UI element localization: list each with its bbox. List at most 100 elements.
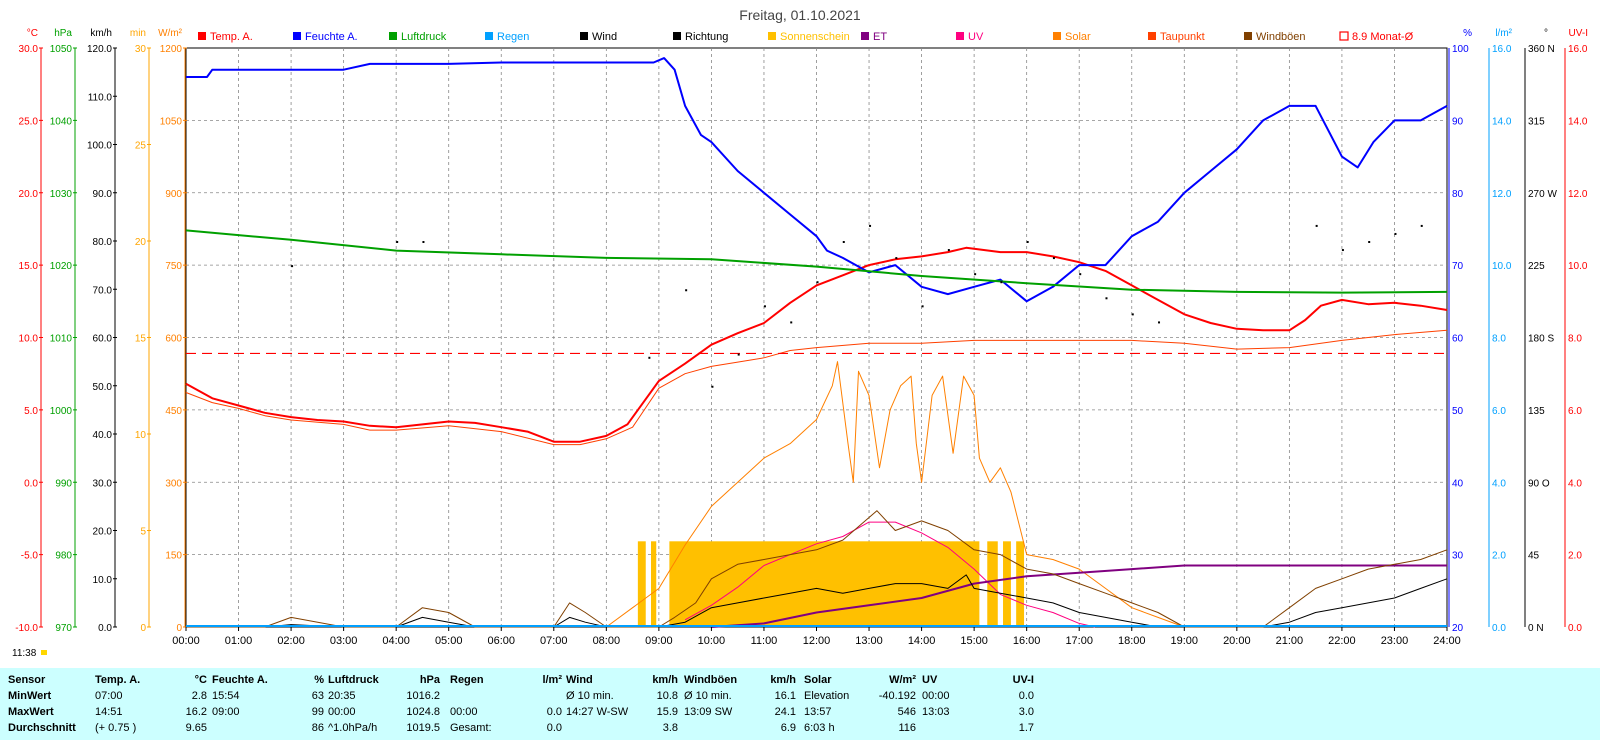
x-tick-label: 18:00 (1118, 635, 1146, 647)
now-marker-label: 11:38 (12, 648, 37, 659)
axis-tick-left: 0.0 (98, 623, 112, 634)
axis-tick-left: 10 (135, 430, 147, 441)
axis-tick-left: 100.0 (87, 141, 112, 152)
axis-tick-left: 25.0 (19, 116, 39, 127)
axis-tick-left: 80.0 (93, 237, 113, 248)
direction-point (1052, 257, 1055, 260)
axis-tick-right: 315 (1528, 116, 1545, 127)
table-cell-value: 1019.5 (406, 722, 440, 734)
table-cell-value: 0.0 (546, 722, 562, 734)
direction-point (1315, 224, 1318, 227)
axis-tick-left: 900 (165, 189, 182, 200)
legend-label: Feuchte A. (305, 31, 358, 43)
direction-point (790, 321, 793, 324)
table-group-unit: l/m² (542, 674, 562, 686)
legend: Temp. A. Feuchte A. Luftdruck Regen Wind Rich… (198, 31, 1414, 43)
direction-point (1341, 249, 1344, 252)
axis-unit-left: hPa (54, 28, 72, 39)
legend-swatch (861, 32, 869, 40)
legend-label: Richtung (685, 31, 728, 43)
axis-tick-left: 1030 (50, 189, 73, 200)
x-tick-label: 22:00 (1328, 635, 1356, 647)
axis-tick-right: 90 (1452, 116, 1464, 127)
axis-tick-left: 20.0 (19, 189, 39, 200)
axis-tick-left: 15.0 (19, 261, 39, 272)
axis-tick-left: -5.0 (21, 551, 39, 562)
axis-tick-left: 450 (165, 406, 182, 417)
axis-unit-right: UV-I (1569, 28, 1588, 39)
axis-tick-left: 970 (55, 623, 72, 634)
axis-tick-right: 6.0 (1492, 406, 1506, 417)
axis-tick-left: 5.0 (24, 406, 38, 417)
table-group-unit: UV-I (1012, 674, 1034, 686)
axis-unit-left: km/h (90, 28, 112, 39)
table-cell-value: 0.0 (546, 706, 562, 718)
axis-tick-left: -10.0 (15, 623, 38, 634)
x-tick-label: 00:00 (172, 635, 200, 647)
axis-tick-left: 0 (140, 623, 146, 634)
direction-point (763, 305, 766, 308)
axis-tick-left: 25 (135, 141, 147, 152)
axis-tick-left: 90.0 (93, 189, 113, 200)
x-tick-label: 04:00 (382, 635, 410, 647)
axis-tick-right: 80 (1452, 189, 1464, 200)
axis-tick-right: 4.0 (1568, 478, 1582, 489)
axis-tick-left: 30.0 (19, 44, 39, 55)
direction-point (921, 305, 924, 308)
axis-tick-right: 16.0 (1568, 44, 1588, 55)
legend-label: Regen (497, 31, 529, 43)
axis-tick-right: 50 (1452, 406, 1464, 417)
axis-tick-left: 750 (165, 261, 182, 272)
axis-tick-left: 1000 (50, 406, 73, 417)
legend-label: 8.9 Monat-Ø (1352, 31, 1414, 43)
sunshine-bar (669, 541, 980, 627)
direction-point (1394, 232, 1397, 235)
axis-tick-right: 180 S (1528, 334, 1554, 345)
table-cell-value: 15.9 (656, 706, 678, 718)
axis-tick-right: 10.0 (1568, 261, 1588, 272)
axis-tick-right: 90 O (1528, 478, 1550, 489)
axis-tick-left: 30 (135, 44, 147, 55)
axis-tick-left: 1050 (50, 44, 73, 55)
axis-tick-right: 270 W (1528, 189, 1557, 200)
axis-tick-right: 16.0 (1492, 44, 1512, 55)
table-group-unit: °C (194, 674, 207, 686)
axis-tick-right: 6.0 (1568, 406, 1582, 417)
axis-tick-right: 8.0 (1492, 334, 1506, 345)
axis-tick-left: 60.0 (93, 334, 113, 345)
axis-tick-left: 110.0 (88, 92, 113, 103)
table-row-label: MinWert (8, 690, 52, 702)
direction-point (816, 281, 819, 284)
x-tick-label: 01:00 (225, 635, 253, 647)
direction-point (842, 241, 845, 243)
table-cell-value: 2.8 (191, 690, 207, 702)
axis-tick-right: 45 (1528, 551, 1540, 562)
x-tick-label: 05:00 (435, 635, 463, 647)
legend-swatch (1244, 32, 1252, 40)
legend-swatch (1053, 32, 1061, 40)
axis-tick-right: 225 (1528, 261, 1545, 272)
axis-tick-left: 300 (165, 478, 182, 489)
legend-label: UV (968, 31, 984, 43)
axis-tick-left: 10.0 (93, 575, 113, 586)
direction-point (1368, 241, 1371, 243)
axis-tick-right: 2.0 (1568, 551, 1582, 562)
direction-point (648, 356, 651, 359)
direction-point (396, 241, 399, 243)
axis-tick-left: 50.0 (93, 382, 113, 393)
axis-tick-right: 0.0 (1568, 623, 1582, 634)
direction-point (1079, 273, 1082, 276)
legend-swatch (1339, 31, 1349, 41)
direction-point (1158, 321, 1161, 324)
table-cell-value: 9.65 (185, 722, 207, 734)
direction-point (1420, 224, 1423, 227)
legend-label: ET (873, 31, 887, 43)
axis-tick-left: 20.0 (93, 527, 113, 538)
legend-swatch (580, 32, 588, 40)
table-cell-value: 86 (311, 722, 324, 734)
table-group-unit: % (314, 674, 324, 686)
axis-tick-left: 40.0 (93, 430, 113, 441)
now-marker-icon (41, 650, 47, 655)
x-tick-label: 13:00 (855, 635, 883, 647)
axis-tick-left: 600 (165, 334, 182, 345)
